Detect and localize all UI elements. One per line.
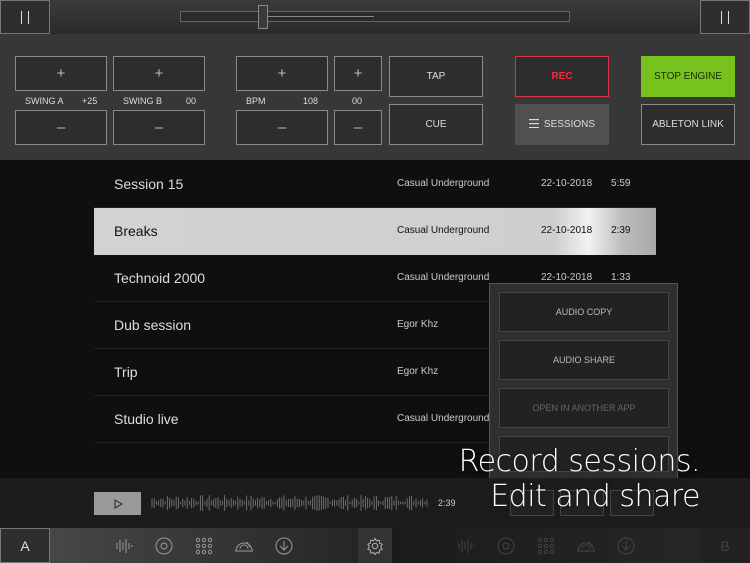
play-button[interactable]	[94, 492, 141, 515]
rec-button[interactable]: REC	[515, 56, 609, 97]
pads-grid-icon[interactable]	[194, 536, 214, 556]
session-name: Breaks	[114, 223, 158, 239]
pause-icon	[721, 10, 729, 24]
audio-share-menu-item[interactable]: AUDIO SHARE	[499, 340, 669, 380]
cue-button[interactable]: CUE	[389, 104, 483, 145]
minus-icon: –	[154, 119, 164, 136]
deck-a-button[interactable]: A	[0, 528, 50, 563]
gear-icon	[367, 536, 383, 555]
turntable-icon[interactable]	[576, 536, 596, 556]
session-artist: Casual Underground	[397, 178, 490, 189]
session-name: Trip	[114, 364, 138, 380]
record-disc-icon[interactable]	[154, 536, 174, 556]
deck-b-label: B	[720, 537, 730, 554]
session-artist: Casual Underground	[397, 225, 490, 236]
plus-icon: +	[277, 65, 287, 82]
bpm-label: BPM	[246, 96, 266, 106]
session-duration: 2:39	[611, 225, 631, 236]
minus-icon: –	[353, 119, 363, 136]
sessions-label: SESSIONS	[543, 119, 596, 130]
left-pause-button[interactable]	[0, 0, 50, 34]
ableton-link-button[interactable]: ABLETON LINK	[641, 104, 735, 145]
ableton-link-label: ABLETON LINK	[652, 119, 724, 130]
session-artist: Egor Khz	[397, 319, 439, 330]
record-disc-icon[interactable]	[496, 536, 516, 556]
swing-b-minus-button[interactable]: –	[113, 110, 205, 145]
swing-b-value: 00	[186, 96, 197, 106]
control-panel: + SWING A +25 – + SWING B 00 – + BPM 108…	[0, 34, 750, 160]
swing-b-plus-button[interactable]: +	[113, 56, 205, 91]
session-duration: 5:59	[611, 178, 631, 189]
crossfader-slider[interactable]	[180, 5, 570, 29]
promo-caption: Record sessions. Edit and share	[458, 444, 701, 514]
bpm-plus-button[interactable]: +	[236, 56, 328, 91]
sessions-button[interactable]: SESSIONS	[515, 104, 609, 145]
open-in-app-menu-item[interactable]: OPEN IN ANOTHER APP	[499, 388, 669, 428]
swing-a-label: SWING A	[25, 96, 64, 106]
turntable-icon[interactable]	[234, 536, 254, 556]
swing-b-label: SWING B	[123, 96, 163, 106]
pause-icon	[21, 10, 29, 24]
menu-item-label: AUDIO SHARE	[552, 355, 615, 365]
menu-icon	[528, 118, 539, 131]
bpm-value: 108	[303, 96, 319, 106]
deck-a-label: A	[20, 537, 30, 554]
audio-copy-menu-item[interactable]: AUDIO COPY	[499, 292, 669, 332]
session-name: Dub session	[114, 317, 192, 333]
stop-engine-button[interactable]: STOP ENGINE	[641, 56, 735, 97]
session-name: Technoid 2000	[114, 270, 206, 286]
nudge-minus-button[interactable]: –	[334, 110, 382, 145]
menu-item-label: OPEN IN ANOTHER APP	[532, 403, 636, 413]
play-icon	[114, 498, 123, 509]
session-row[interactable]: Session 15 Casual Underground 22-10-2018 5:…	[94, 161, 656, 208]
swing-a-plus-button[interactable]: +	[15, 56, 107, 91]
crossfader-track	[261, 16, 374, 17]
pads-grid-icon[interactable]	[536, 536, 556, 556]
player-time: 2:39	[438, 498, 456, 508]
session-date: 22-10-2018	[541, 225, 593, 236]
menu-item-label: AUDIO COPY	[555, 307, 613, 317]
waveform-icon[interactable]	[114, 536, 134, 556]
session-row[interactable]: Breaks Casual Underground 22-10-2018 2:39	[94, 208, 656, 255]
swing-a-value: +25	[82, 96, 98, 106]
session-artist: Casual Underground	[397, 413, 490, 424]
tap-label: TAP	[426, 71, 446, 82]
session-name: Studio live	[114, 411, 179, 427]
promo-line-1: Record sessions.	[458, 444, 701, 479]
promo-line-2: Edit and share	[490, 479, 700, 514]
plus-icon: +	[56, 65, 66, 82]
deck-b-toolbar	[392, 528, 700, 563]
nudge-plus-button[interactable]: +	[334, 56, 382, 91]
minus-icon: –	[56, 119, 66, 136]
session-name: Session 15	[114, 176, 184, 192]
download-icon[interactable]	[616, 536, 636, 556]
session-artist: Egor Khz	[397, 366, 439, 377]
tap-button[interactable]: TAP	[389, 56, 483, 97]
download-icon[interactable]	[274, 536, 294, 556]
right-pause-button[interactable]	[700, 0, 750, 34]
plus-icon: +	[353, 65, 363, 82]
settings-button[interactable]	[358, 528, 392, 563]
nudge-value: 00	[352, 96, 363, 106]
session-date: 22-10-2018	[541, 272, 593, 283]
rec-label: REC	[551, 71, 573, 82]
crossfader-handle[interactable]	[258, 5, 268, 29]
waveform-scrubber[interactable]	[150, 490, 430, 516]
session-duration: 1:33	[611, 272, 631, 283]
waveform-icon[interactable]	[456, 536, 476, 556]
swing-a-minus-button[interactable]: –	[15, 110, 107, 145]
session-date: 22-10-2018	[541, 178, 593, 189]
stop-engine-label: STOP ENGINE	[654, 71, 722, 82]
cue-label: CUE	[425, 119, 447, 130]
bpm-minus-button[interactable]: –	[236, 110, 328, 145]
session-artist: Casual Underground	[397, 272, 490, 283]
deck-a-toolbar	[50, 528, 358, 563]
minus-icon: –	[277, 119, 287, 136]
deck-b-button[interactable]: B	[700, 528, 750, 563]
plus-icon: +	[154, 65, 164, 82]
